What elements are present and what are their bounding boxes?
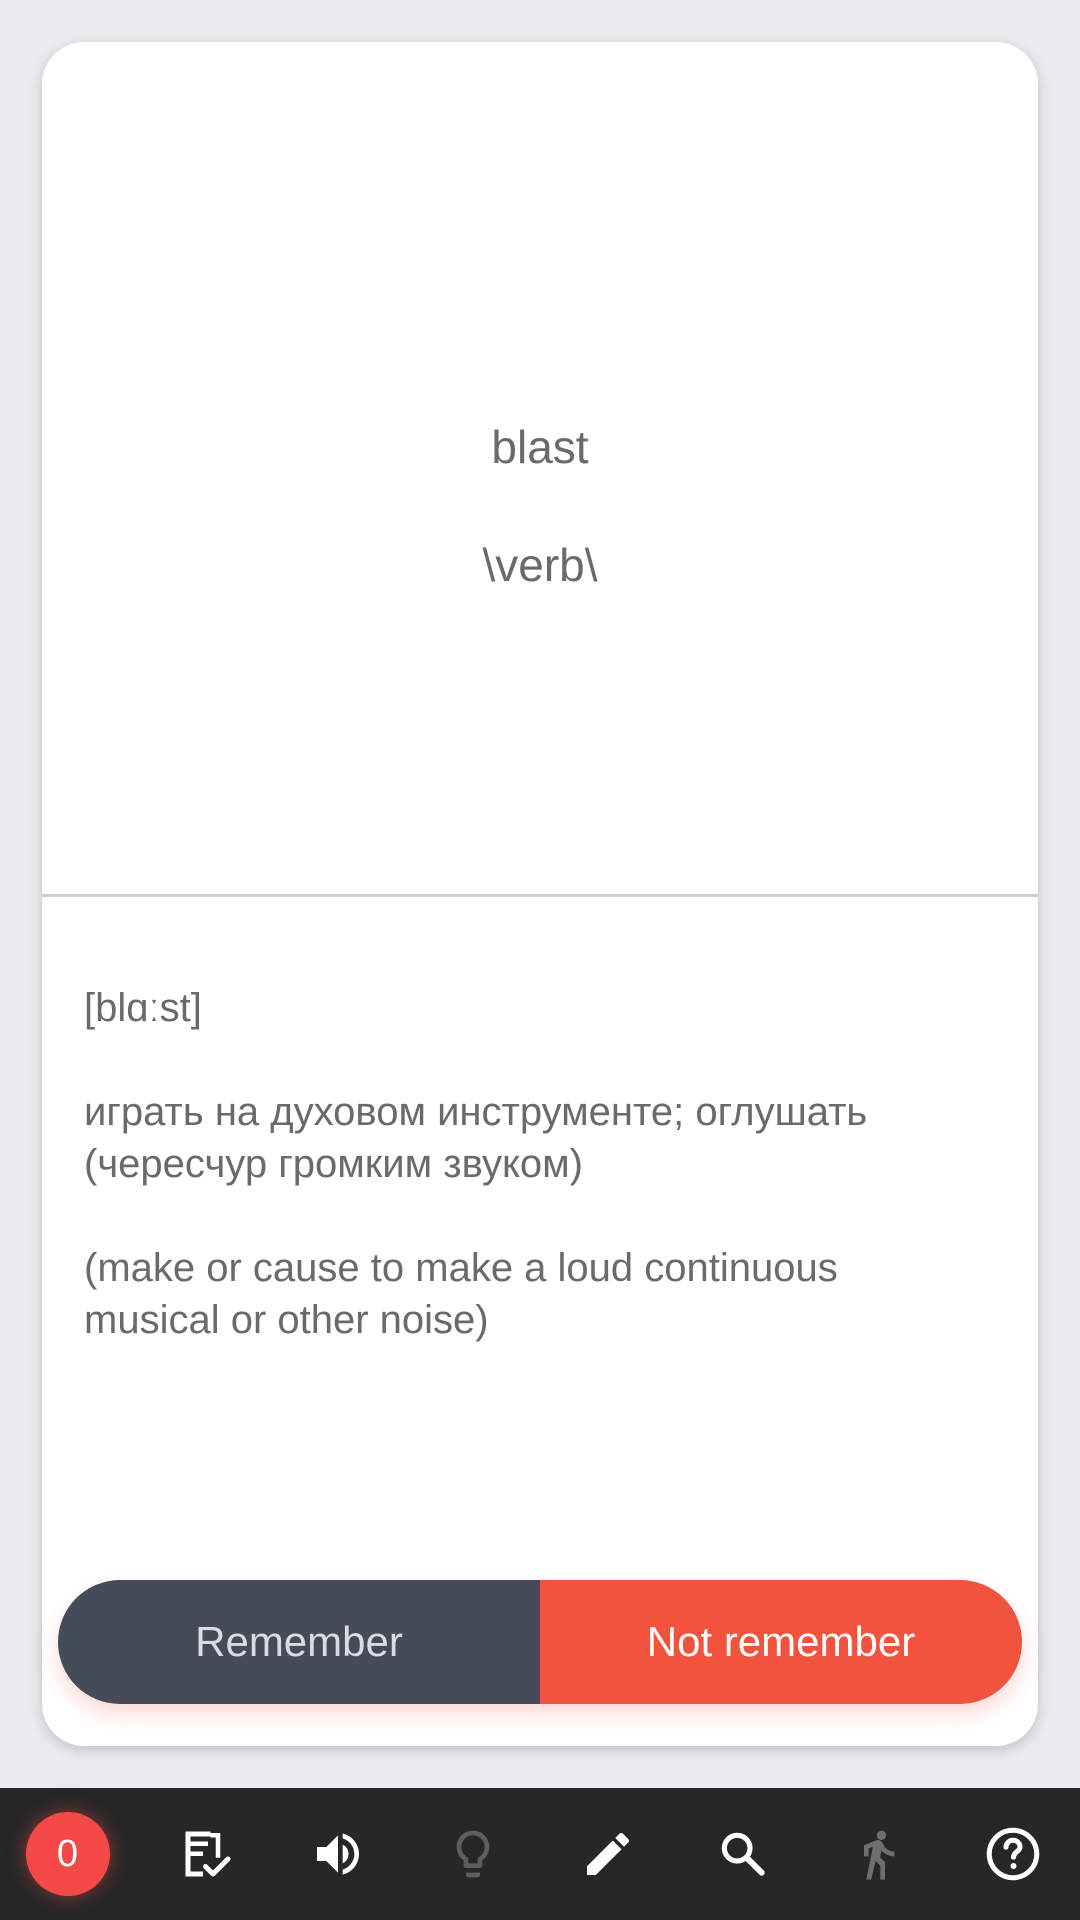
flashcard-screen: blast \verb\ [blɑːst] играть на духовом … (0, 0, 1080, 1920)
remember-button[interactable]: Remember (58, 1580, 540, 1704)
search-icon (721, 1832, 765, 1876)
card-back: [blɑːst] играть на духовом инструменте; … (84, 982, 984, 1398)
checklist-icon (185, 1831, 230, 1877)
help-icon (986, 1827, 1039, 1881)
not-remember-button[interactable]: Not remember (540, 1580, 1022, 1704)
card-divider (42, 894, 1038, 897)
hint-button[interactable] (429, 1810, 517, 1898)
card-part-of-speech: \verb\ (482, 539, 598, 591)
card-translation: играть на духовом инструменте; оглушать … (84, 1090, 868, 1186)
bottom-toolbar: 0 (0, 1788, 1080, 1920)
edit-button[interactable] (564, 1810, 652, 1898)
card-front: blast \verb\ (42, 42, 1038, 894)
sound-button[interactable] (294, 1810, 382, 1898)
card-word: blast (491, 421, 589, 473)
walk-button[interactable] (834, 1810, 922, 1898)
lightbulb-icon (456, 1830, 489, 1878)
walk-icon (863, 1830, 894, 1880)
counter-badge: 0 (25, 1812, 110, 1896)
card-definition: (make or cause to make a loud continuous… (84, 1246, 838, 1342)
help-button[interactable] (969, 1810, 1057, 1898)
counter-button[interactable]: 0 (24, 1810, 112, 1898)
checklist-button[interactable] (159, 1810, 247, 1898)
pencil-icon (586, 1832, 629, 1875)
search-button[interactable] (699, 1810, 787, 1898)
card-transcription: [blɑːst] (84, 986, 202, 1030)
answer-buttons: Remember Not remember (58, 1580, 1022, 1704)
flashcard[interactable]: blast \verb\ [blɑːst] играть на духовом … (42, 42, 1038, 1746)
volume-icon (316, 1833, 359, 1875)
